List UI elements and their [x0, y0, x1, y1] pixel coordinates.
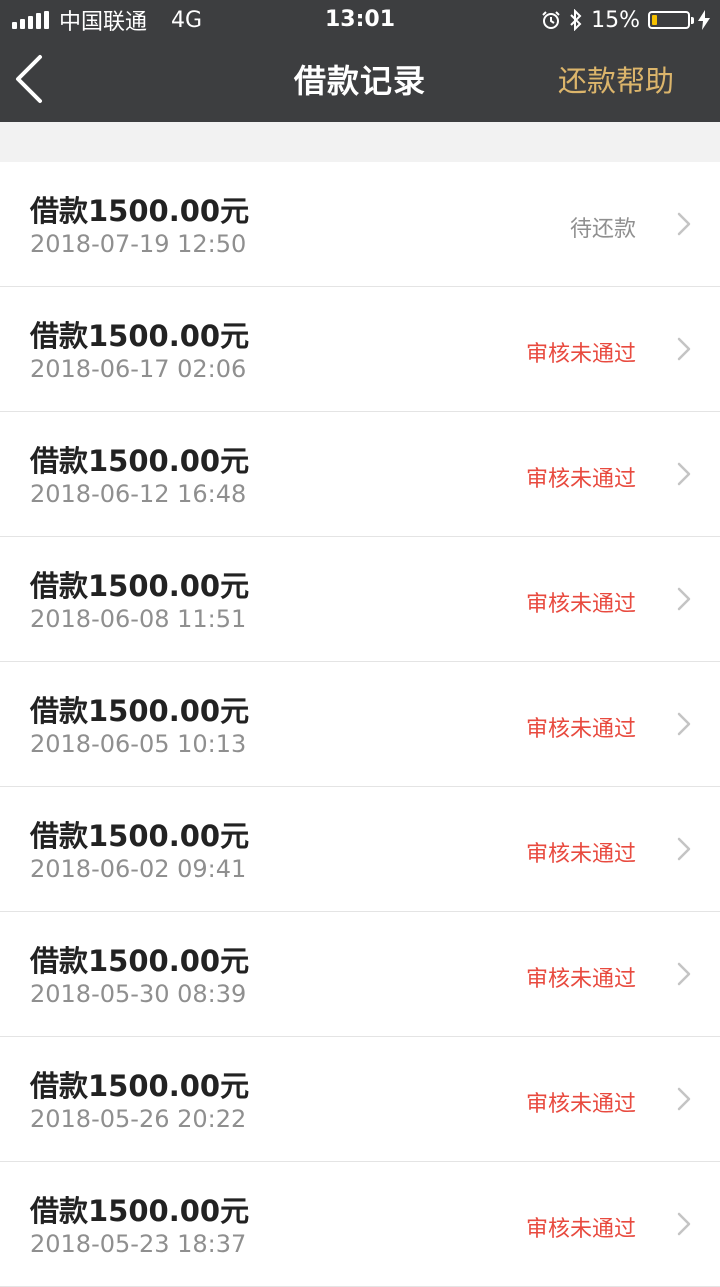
chevron-right-icon	[677, 837, 691, 861]
loan-date: 2018-06-02 09:41	[30, 855, 247, 883]
loan-date: 2018-06-05 10:13	[30, 730, 247, 758]
loan-amount: 借款1500.00元	[30, 319, 250, 353]
loan-date: 2018-07-19 12:50	[30, 230, 247, 258]
chevron-right-icon	[677, 962, 691, 986]
bluetooth-icon	[570, 9, 582, 31]
loan-record-row[interactable]: 借款1500.00元 2018-06-05 10:13 审核未通过	[0, 662, 720, 787]
loan-record-row[interactable]: 借款1500.00元 2018-06-08 11:51 审核未通过	[0, 537, 720, 662]
loan-amount: 借款1500.00元	[30, 819, 250, 853]
loan-record-list: 借款1500.00元 2018-07-19 12:50 待还款 借款1500.00元 2…	[0, 162, 720, 1287]
loan-date: 2018-06-12 16:48	[30, 480, 247, 508]
loan-record-row[interactable]: 借款1500.00元 2018-06-02 09:41 审核未通过	[0, 787, 720, 912]
loan-record-row[interactable]: 借款1500.00元 2018-06-12 16:48 审核未通过	[0, 412, 720, 537]
chevron-right-icon	[677, 587, 691, 611]
loan-amount: 借款1500.00元	[30, 569, 250, 603]
loan-amount: 借款1500.00元	[30, 444, 250, 478]
loan-date: 2018-05-30 08:39	[30, 980, 247, 1008]
alarm-icon	[542, 11, 560, 29]
loan-date: 2018-05-26 20:22	[30, 1105, 247, 1133]
status-bar: 中国联通 4G 13:01 15%	[0, 0, 720, 40]
chevron-right-icon	[677, 1087, 691, 1111]
loan-status: 审核未通过	[525, 1092, 636, 1117]
charging-icon	[698, 10, 710, 30]
loan-amount: 借款1500.00元	[30, 1194, 250, 1228]
loan-record-row[interactable]: 借款1500.00元 2018-07-19 12:50 待还款	[0, 162, 720, 287]
loan-amount: 借款1500.00元	[30, 1069, 250, 1103]
chevron-right-icon	[677, 212, 691, 236]
battery-percent: 15%	[591, 7, 640, 33]
loan-status: 待还款	[569, 217, 636, 242]
loan-status: 审核未通过	[525, 967, 636, 992]
loan-status: 审核未通过	[525, 717, 636, 742]
chevron-right-icon	[677, 462, 691, 486]
loan-status: 审核未通过	[525, 1217, 636, 1242]
loan-status: 审核未通过	[525, 342, 636, 367]
loan-date: 2018-05-23 18:37	[30, 1230, 247, 1258]
loan-status: 审核未通过	[525, 592, 636, 617]
nav-bar: 借款记录 还款帮助	[0, 40, 720, 122]
status-bar-right: 15%	[541, 0, 710, 40]
repayment-help-link[interactable]: 还款帮助	[558, 40, 674, 122]
chevron-right-icon	[677, 712, 691, 736]
loan-amount: 借款1500.00元	[30, 944, 250, 978]
loan-date: 2018-06-08 11:51	[30, 605, 247, 633]
battery-icon	[648, 11, 694, 29]
chevron-right-icon	[677, 337, 691, 361]
loan-status: 审核未通过	[525, 467, 636, 492]
loan-record-row[interactable]: 借款1500.00元 2018-05-30 08:39 审核未通过	[0, 912, 720, 1037]
loan-record-row[interactable]: 借款1500.00元 2018-05-26 20:22 审核未通过	[0, 1037, 720, 1162]
loan-amount: 借款1500.00元	[30, 694, 250, 728]
loan-status: 审核未通过	[525, 842, 636, 867]
loan-record-row[interactable]: 借款1500.00元 2018-06-17 02:06 审核未通过	[0, 287, 720, 412]
chevron-right-icon	[677, 1212, 691, 1236]
loan-record-row[interactable]: 借款1500.00元 2018-05-23 18:37 审核未通过	[0, 1162, 720, 1287]
loan-amount: 借款1500.00元	[30, 194, 250, 228]
loan-date: 2018-06-17 02:06	[30, 355, 247, 383]
